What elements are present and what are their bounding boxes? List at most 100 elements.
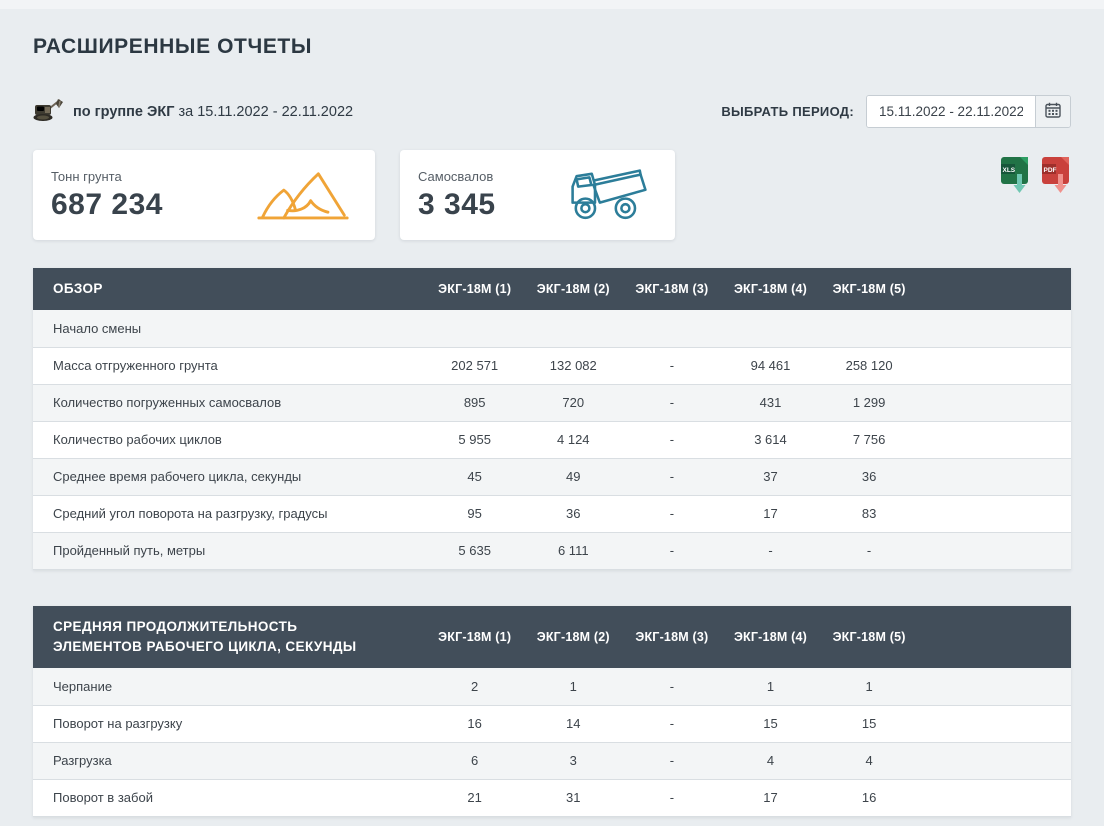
cell-value: - — [623, 705, 722, 742]
cell-value: 17 — [721, 779, 820, 816]
page-title: РАСШИРЕННЫЕ ОТЧЕТЫ — [33, 35, 1071, 59]
export-actions: XLS PDF — [1000, 150, 1071, 199]
report-scope: по группе ЭКГ за 15.11.2022 - 22.11.2022 — [33, 97, 353, 127]
svg-text:XLS: XLS — [1003, 167, 1016, 174]
report-scope-text: по группе ЭКГ за 15.11.2022 - 22.11.2022 — [73, 104, 353, 120]
svg-text:PDF: PDF — [1044, 167, 1057, 174]
cycle-duration-table: СРЕДНЯЯ ПРОДОЛЖИТЕЛЬНОСТЬ ЭЛЕМЕНТОВ РАБО… — [33, 606, 1071, 817]
table-row: Масса отгруженного грунта202 571132 082-… — [33, 347, 1071, 384]
cell-value: 49 — [524, 458, 623, 495]
cell-value: 4 124 — [524, 421, 623, 458]
stat-cards-row: Тонн грунта 687 234 Самосвалов 3 345 — [33, 150, 1071, 240]
cell-value: 202 571 — [425, 347, 524, 384]
column-header: ЭКГ-18М (3) — [623, 606, 722, 669]
row-label: Количество погруженных самосвалов — [33, 384, 425, 421]
row-label: Количество рабочих циклов — [33, 421, 425, 458]
row-label: Масса отгруженного грунта — [33, 347, 425, 384]
cell-value: 4 — [820, 742, 919, 779]
table-row: Поворот в забой2131-1716 — [33, 779, 1071, 816]
row-filler — [918, 421, 1071, 458]
cell-value: 431 — [721, 384, 820, 421]
row-label: Средний угол поворота на разгрузку, град… — [33, 495, 425, 532]
cell-value: 95 — [425, 495, 524, 532]
cell-value — [524, 310, 623, 347]
header-filler — [918, 268, 1071, 310]
cell-value: 2 — [425, 668, 524, 705]
table-title: СРЕДНЯЯ ПРОДОЛЖИТЕЛЬНОСТЬ ЭЛЕМЕНТОВ РАБО… — [33, 606, 425, 669]
calendar-icon — [1045, 102, 1061, 121]
row-filler — [918, 495, 1071, 532]
cell-value: 4 — [721, 742, 820, 779]
row-filler — [918, 705, 1071, 742]
cell-value: 3 — [524, 742, 623, 779]
table-row: Среднее время рабочего цикла, секунды454… — [33, 458, 1071, 495]
row-label: Пройденный путь, метры — [33, 532, 425, 569]
column-header: ЭКГ-18М (4) — [721, 268, 820, 310]
cell-value: - — [623, 779, 722, 816]
cell-value: 6 — [425, 742, 524, 779]
column-header: ЭКГ-18М (4) — [721, 606, 820, 669]
cell-value: - — [623, 532, 722, 569]
cell-value: - — [721, 532, 820, 569]
cell-value: 17 — [721, 495, 820, 532]
cell-value: 83 — [820, 495, 919, 532]
cell-value: 14 — [524, 705, 623, 742]
cell-value: 21 — [425, 779, 524, 816]
xls-download-icon[interactable]: XLS — [1000, 154, 1030, 199]
row-filler — [918, 347, 1071, 384]
table-row: Разгрузка63-44 — [33, 742, 1071, 779]
table-row: Количество рабочих циклов5 9554 124-3 61… — [33, 421, 1071, 458]
stat-value: 3 345 — [418, 188, 496, 222]
cell-value: 1 — [820, 668, 919, 705]
stat-card-ground-tons: Тонн грунта 687 234 — [33, 150, 375, 240]
row-label: Разгрузка — [33, 742, 425, 779]
cell-value: 16 — [425, 705, 524, 742]
top-strip — [0, 0, 1104, 9]
period-selector: ВЫБРАТЬ ПЕРИОД: — [721, 95, 1071, 128]
table-row: Количество погруженных самосвалов895720-… — [33, 384, 1071, 421]
cell-value: - — [623, 384, 722, 421]
group-label: по группе ЭКГ — [73, 104, 174, 120]
cell-value: 258 120 — [820, 347, 919, 384]
cell-value: 36 — [524, 495, 623, 532]
cell-value: 5 955 — [425, 421, 524, 458]
dump-truck-icon — [563, 162, 651, 229]
row-label: Поворот в забой — [33, 779, 425, 816]
cell-value: 3 614 — [721, 421, 820, 458]
column-header: ЭКГ-18М (3) — [623, 268, 722, 310]
column-header: ЭКГ-18М (2) — [524, 268, 623, 310]
cell-value: 31 — [524, 779, 623, 816]
row-label: Поворот на разгрузку — [33, 705, 425, 742]
overview-table: ОБЗОР ЭКГ-18М (1)ЭКГ-18М (2)ЭКГ-18М (3)Э… — [33, 268, 1071, 570]
pdf-download-icon[interactable]: PDF — [1041, 154, 1071, 199]
cell-value: 720 — [524, 384, 623, 421]
table-row: Пройденный путь, метры5 6356 111--- — [33, 532, 1071, 569]
table-row: Черпание21-11 — [33, 668, 1071, 705]
cell-value: - — [623, 668, 722, 705]
cell-value: 5 635 — [425, 532, 524, 569]
cell-value — [820, 310, 919, 347]
cell-value — [623, 310, 722, 347]
row-filler — [918, 668, 1071, 705]
column-header: ЭКГ-18М (5) — [820, 268, 919, 310]
stat-label: Тонн грунта — [51, 169, 163, 184]
cell-value: - — [623, 458, 722, 495]
cell-value — [425, 310, 524, 347]
cell-value: 1 — [524, 668, 623, 705]
row-filler — [918, 532, 1071, 569]
table-row: Средний угол поворота на разгрузку, град… — [33, 495, 1071, 532]
calendar-button[interactable] — [1035, 96, 1070, 127]
column-header: ЭКГ-18М (1) — [425, 268, 524, 310]
cell-value: - — [623, 347, 722, 384]
cell-value: - — [623, 742, 722, 779]
column-header: ЭКГ-18М (5) — [820, 606, 919, 669]
excavator-icon — [33, 97, 64, 127]
row-label: Черпание — [33, 668, 425, 705]
cell-value: 45 — [425, 458, 524, 495]
stat-card-dump-trucks: Самосвалов 3 345 — [400, 150, 675, 240]
period-input[interactable] — [867, 96, 1035, 127]
cell-value — [721, 310, 820, 347]
cell-value: 16 — [820, 779, 919, 816]
header-filler — [918, 606, 1071, 669]
row-filler — [918, 310, 1071, 347]
